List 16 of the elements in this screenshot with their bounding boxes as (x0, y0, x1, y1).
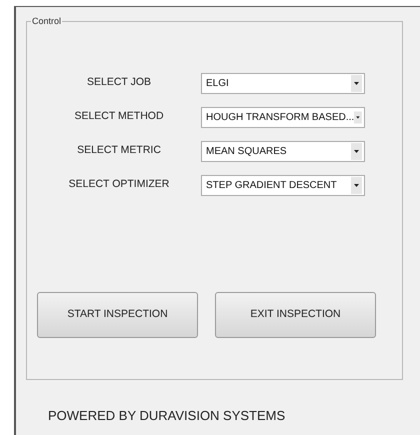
dropdown[interactable]: STEP GRADIENT DESCENT (201, 174, 365, 196)
dropdown[interactable]: HOUGH TRANSFORM BASED... (201, 106, 365, 128)
footer-text: POWERED BY DURAVISION SYSTEMS (48, 407, 286, 425)
action-button[interactable]: START INSPECTION (37, 292, 198, 338)
dropdown[interactable]: ELGI (201, 72, 365, 94)
panel-title: Control (31, 15, 62, 28)
field-label: SELECT METRIC (77, 143, 161, 158)
field-label: SELECT OPTIMIZER (68, 177, 170, 192)
dropdown-value: MEAN SQUARES (206, 144, 287, 158)
field-label: SELECT METHOD (74, 109, 164, 124)
dropdown-value: ELGI (206, 76, 229, 90)
dropdown-value: STEP GRADIENT DESCENT (206, 178, 337, 192)
dropdown[interactable]: MEAN SQUARES (201, 140, 365, 162)
dropdown-value: HOUGH TRANSFORM BASED... (206, 110, 354, 124)
action-button[interactable]: EXIT INSPECTION (215, 292, 376, 338)
field-label: SELECT JOB (87, 75, 151, 90)
